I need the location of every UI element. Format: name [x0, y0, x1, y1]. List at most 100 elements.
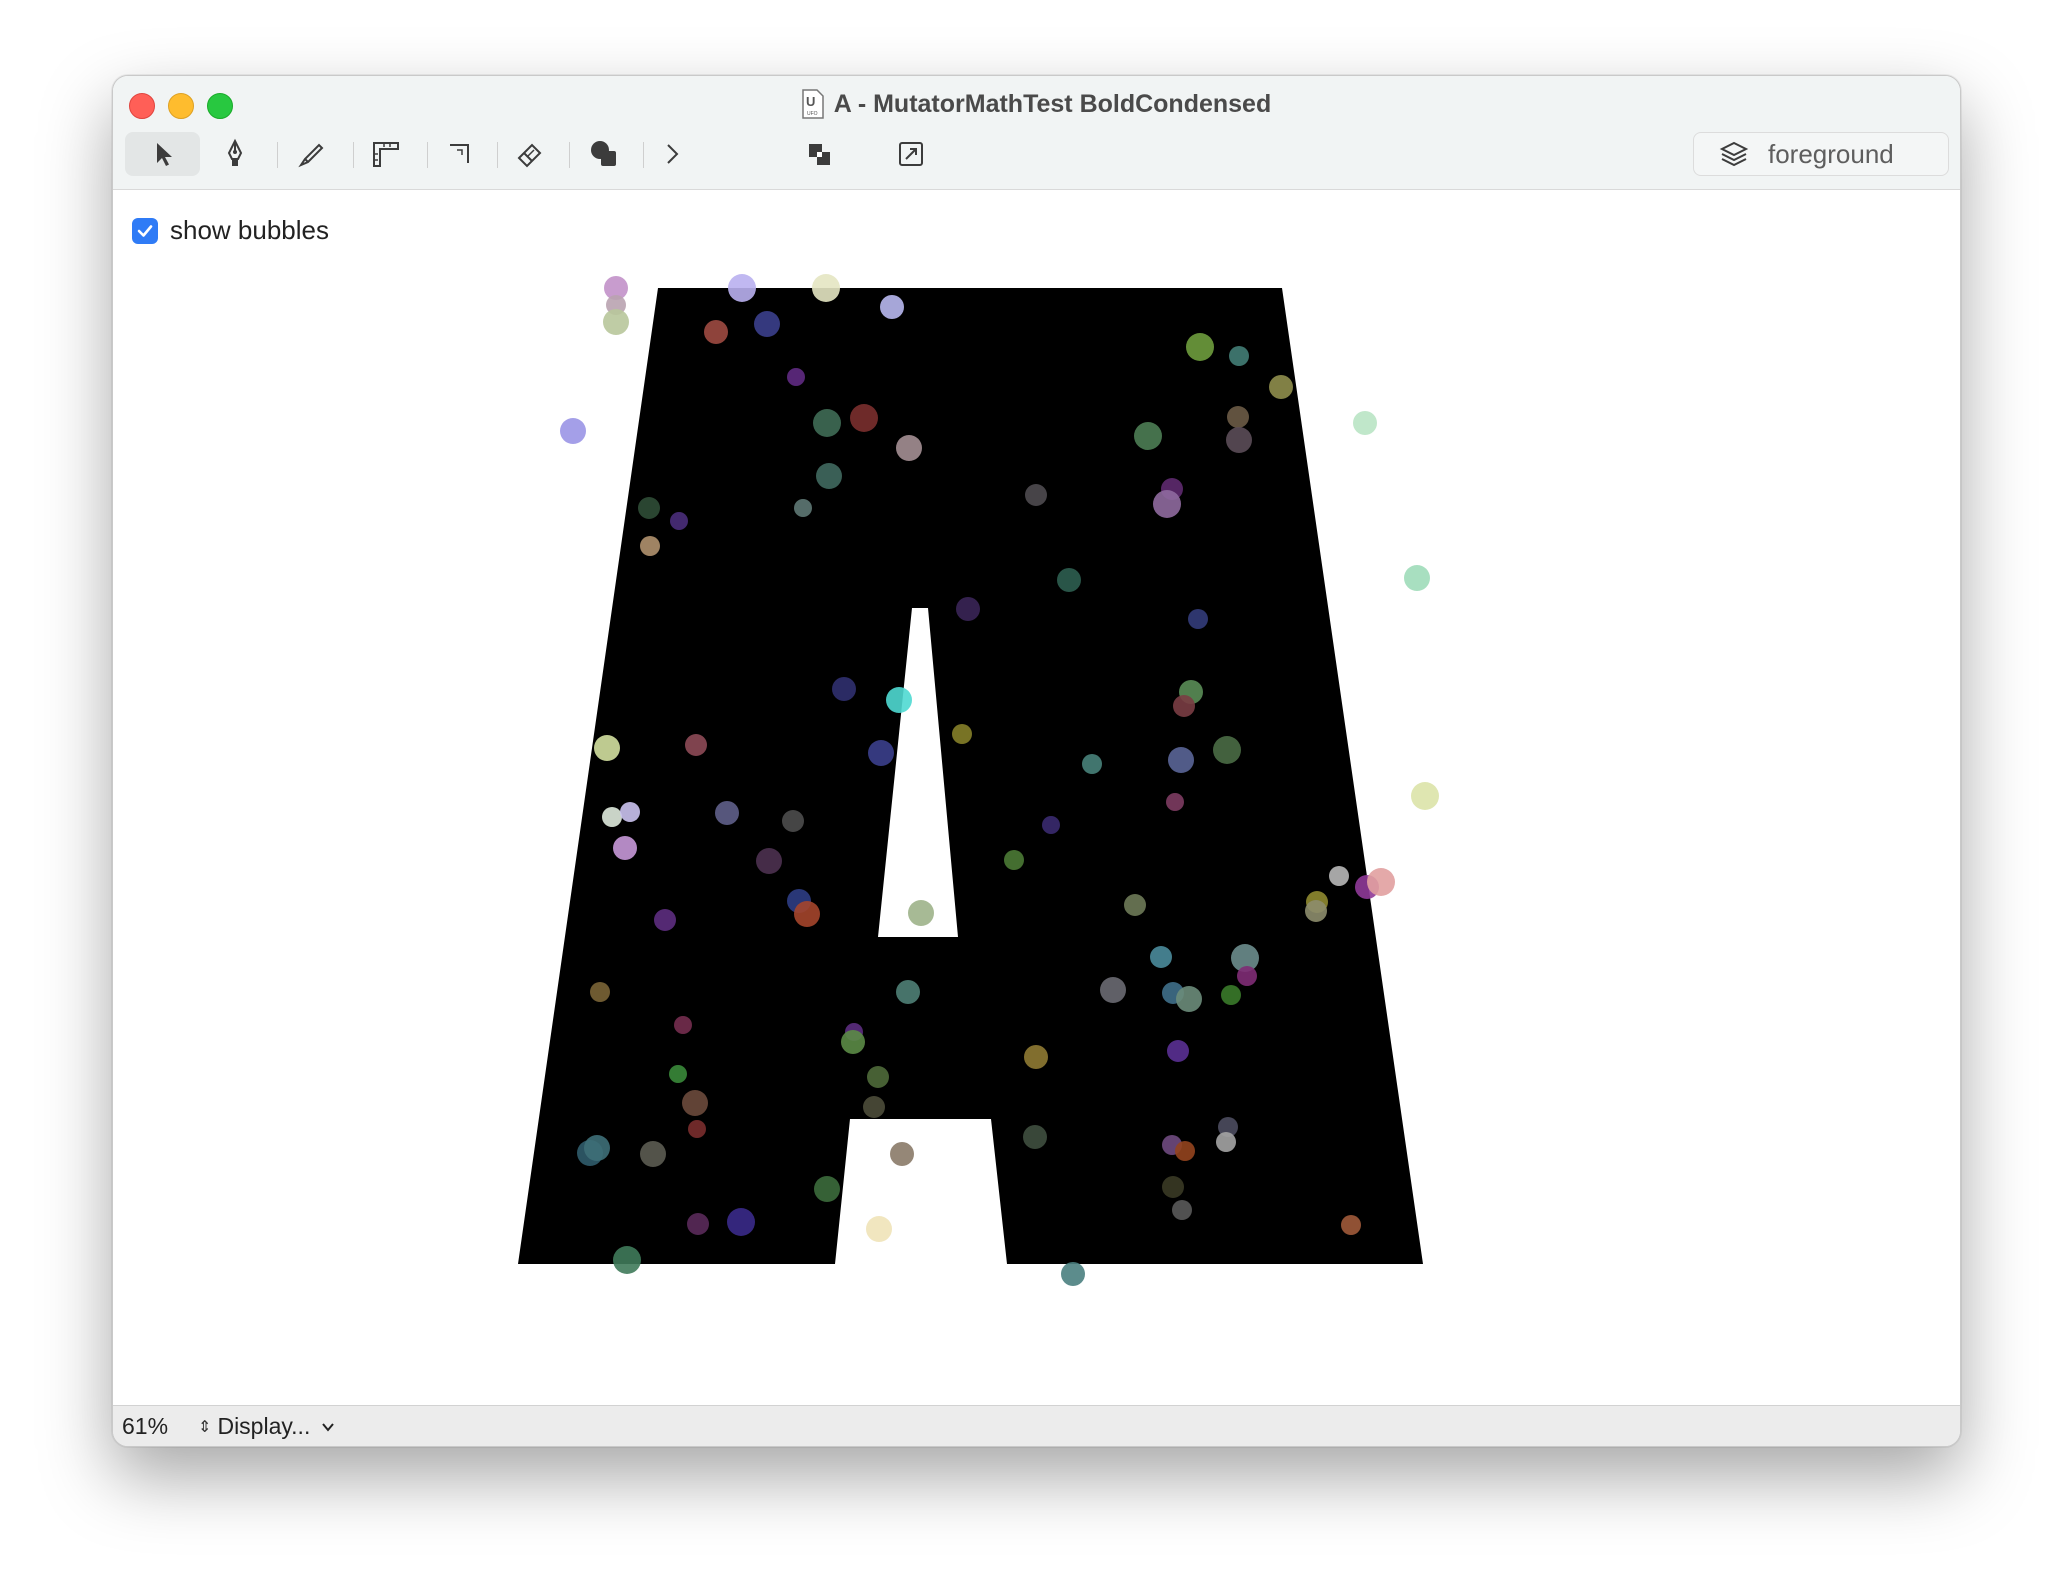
- status-bar: 61% ⇕ Display...: [113, 1405, 1960, 1446]
- layer-selector[interactable]: foreground: [1693, 132, 1949, 176]
- overlap-bubble: [908, 900, 934, 926]
- remove-overlap-button[interactable]: [791, 132, 849, 176]
- eraser-tool-button[interactable]: [501, 132, 559, 176]
- overlap-bubble: [867, 1066, 889, 1088]
- overlap-bubble: [956, 597, 980, 621]
- display-menu[interactable]: ⇕ Display...: [198, 1413, 336, 1440]
- show-bubbles-label: show bubbles: [170, 215, 329, 245]
- show-bubbles-toggle[interactable]: show bubbles: [132, 215, 329, 246]
- overlap-bubble: [602, 807, 622, 827]
- overlap-bubble: [782, 810, 804, 832]
- overlap-bubble: [727, 1208, 755, 1236]
- overlap-bubble: [863, 1096, 885, 1118]
- eraser-icon: [517, 143, 542, 168]
- up-down-icon: ⇕: [198, 1418, 212, 1436]
- show-bubbles-checkbox[interactable]: [132, 217, 158, 244]
- overlap-bubble: [654, 909, 676, 931]
- overlap-bubble: [814, 1176, 840, 1202]
- overlap-bubble: [682, 1090, 708, 1116]
- overlap-bubble: [1226, 427, 1252, 453]
- glyph-canvas[interactable]: [113, 190, 1960, 1405]
- more-tools-button[interactable]: [643, 132, 701, 176]
- overlap-bubble: [1100, 977, 1126, 1003]
- overlap-bubble: [832, 677, 856, 701]
- ruler-icon: [373, 142, 399, 167]
- overlap-bubble: [685, 734, 707, 756]
- overlap-bubble: [1172, 1200, 1192, 1220]
- overlap-bubble: [794, 901, 820, 927]
- add-extremes-button[interactable]: [882, 132, 940, 176]
- overlap-bubble: [1175, 1141, 1195, 1161]
- overlap-bubble: [1237, 966, 1257, 986]
- overlap-bubble: [1153, 490, 1181, 518]
- overlap-bubble: [1216, 1132, 1236, 1152]
- layer-label: foreground: [1768, 138, 1894, 169]
- overlap-squares-icon: [809, 144, 830, 165]
- shapes-icon: [591, 141, 616, 166]
- overlap-bubble: [1004, 850, 1024, 870]
- overlap-bubble: [812, 274, 840, 302]
- ruler-tool-button[interactable]: [357, 132, 415, 176]
- layers-icon: [1719, 141, 1749, 167]
- overlap-bubble: [1188, 609, 1208, 629]
- overlap-bubble: [584, 1135, 610, 1161]
- glyph-outline-A[interactable]: [518, 288, 1423, 1264]
- overlap-bubble: [896, 980, 920, 1004]
- overlap-bubble: [1341, 1215, 1361, 1235]
- overlap-bubble: [1305, 900, 1327, 922]
- overlap-bubble: [1367, 868, 1395, 896]
- window-title: U UFO A - MutatorMathTest BoldCondensed: [113, 86, 1960, 122]
- overlap-bubble: [886, 687, 912, 713]
- overlap-bubble: [640, 1141, 666, 1167]
- overlap-bubble: [669, 1065, 687, 1083]
- overlap-bubble: [1227, 406, 1249, 428]
- chevron-right-icon: [667, 144, 679, 164]
- knife-tool-button[interactable]: [283, 132, 341, 176]
- overlap-bubble: [1176, 986, 1202, 1012]
- overlap-bubble: [880, 295, 904, 319]
- overlap-bubble: [1061, 1262, 1085, 1286]
- overlap-bubble: [1042, 816, 1060, 834]
- overlap-bubble: [1025, 484, 1047, 506]
- overlap-bubble: [1229, 346, 1249, 366]
- overlap-bubble: [560, 418, 586, 444]
- overlap-bubble: [1057, 568, 1081, 592]
- overlap-bubble: [594, 735, 620, 761]
- shapes-tool-button[interactable]: [575, 132, 633, 176]
- display-menu-label: Display...: [217, 1413, 311, 1439]
- overlap-bubble: [613, 836, 637, 860]
- overlap-bubble: [952, 724, 972, 744]
- zoom-level[interactable]: 61%: [122, 1413, 168, 1440]
- overlap-bubble: [896, 435, 922, 461]
- overlap-bubble: [1269, 375, 1293, 399]
- overlap-bubble: [715, 801, 739, 825]
- overlap-bubble: [1166, 793, 1184, 811]
- corner-tool-button[interactable]: [431, 132, 489, 176]
- overlap-bubble: [638, 497, 660, 519]
- overlap-bubble: [866, 1216, 892, 1242]
- window-title-text: A - MutatorMathTest BoldCondensed: [833, 89, 1272, 118]
- overlap-bubble: [890, 1142, 914, 1166]
- pen-icon: [227, 138, 243, 166]
- overlap-bubble: [640, 536, 660, 556]
- knife-icon: [298, 143, 324, 168]
- ufo-document-icon: U UFO: [802, 89, 824, 119]
- overlap-bubble: [1329, 866, 1349, 886]
- overlap-bubble: [841, 1030, 865, 1054]
- overlap-bubble: [1023, 1125, 1047, 1149]
- chevron-down-icon: [322, 1422, 335, 1432]
- pen-tool-button[interactable]: [206, 132, 264, 176]
- overlap-bubble: [1124, 894, 1146, 916]
- glyph-editor-window: U UFO A - MutatorMathTest BoldCondensed: [112, 75, 1961, 1447]
- overlap-bubble: [1221, 985, 1241, 1005]
- overlap-bubble: [1150, 946, 1172, 968]
- glyph-view[interactable]: show bubbles: [113, 190, 1960, 1405]
- overlap-bubble: [687, 1213, 709, 1235]
- svg-text:U: U: [806, 94, 815, 109]
- replace-icon: [899, 142, 923, 166]
- overlap-bubble: [613, 1246, 641, 1274]
- selection-arrow-icon: [156, 143, 172, 166]
- overlap-bubble: [1024, 1045, 1048, 1069]
- selection-tool-button[interactable]: [125, 132, 200, 176]
- overlap-bubble: [756, 848, 782, 874]
